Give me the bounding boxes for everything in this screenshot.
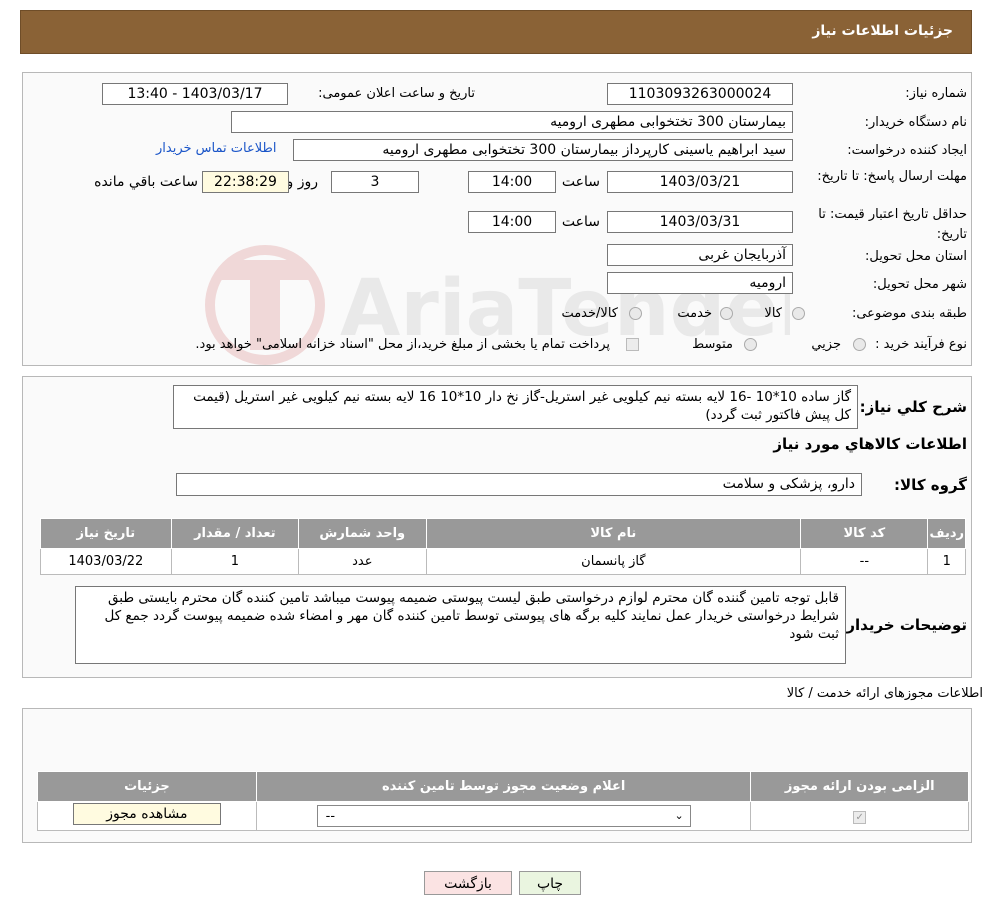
deadline-time-field: 14:00 [468,171,556,193]
validity-date-field: 1403/03/31 [607,211,793,233]
status-select[interactable]: -- ⌄ [316,805,691,827]
permits-table: الزامی بودن ارائه مجوز اعلام وضعیت مجوز … [37,771,969,831]
col-name: نام کالا [425,518,802,549]
category-option-goods-service: کالا/خدمت [561,306,618,321]
cell-date: 1403/03/22 [40,548,172,575]
validity-hour-label: ساعت [561,214,600,230]
description-textarea: گاز ساده 10*10 -16 لایه بسته نیم کیلویی … [173,385,858,429]
col-details: جزئیات [37,771,257,802]
col-date: تاریخ نیاز [40,518,172,549]
cell-code: -- [800,548,929,575]
col-status: اعلام وضعیت مجوز توسط تامین کننده [255,771,752,802]
process-radio-minor[interactable] [853,338,866,351]
category-radio-goods[interactable] [792,307,805,320]
goods-table-header: رديف کد کالا نام کالا واحد شمارش تعداد /… [40,518,966,549]
group-field: دارو، پزشکی و سلامت [176,473,862,496]
buyer-field: بیمارستان 300 تختخوابی مطهری ارومیه [231,111,793,133]
permits-heading: اطلاعات مجوزهای ارائه خدمت / کالا [786,686,983,701]
table-row: ✓ -- ⌄ مشاهده مجوز [37,801,969,831]
validity-time-field: 14:00 [468,211,556,233]
deadline-date-field: 1403/03/21 [607,171,793,193]
need-number-field: 1103093263000024 [607,83,793,105]
cell-row: 1 [927,548,966,575]
chevron-down-icon: ⌄ [674,809,684,822]
required-checkbox: ✓ [853,810,867,824]
permits-table-header: الزامی بودن ارائه مجوز اعلام وضعیت مجوز … [37,771,969,802]
col-qty: تعداد / مقدار [170,518,300,549]
treasury-note: پرداخت تمام یا بخشی از مبلغ خرید،از محل … [195,337,610,352]
creator-label: ایجاد کننده درخواست: [847,143,967,158]
cell-unit: عدد [298,548,427,575]
days-field: 3 [331,171,419,193]
view-permit-button[interactable]: مشاهده مجوز [72,803,221,825]
col-code: کد کالا [800,518,929,549]
process-label: نوع فرآیند خرید : [875,337,967,352]
province-field: آذربایجان غربی [607,244,793,266]
need-number-label: شماره نیاز: [905,86,967,101]
print-button[interactable]: چاپ [519,871,581,895]
group-label: گروه کالا: [894,476,967,494]
days-label: روز و [286,174,319,190]
col-unit: واحد شمارش [298,518,427,549]
col-required: الزامی بودن ارائه مجوز [750,771,969,802]
category-radio-service[interactable] [720,307,733,320]
deadline-hour-label: ساعت [561,174,600,190]
back-button[interactable]: بازگشت [424,871,512,895]
cell-details: مشاهده مجوز [37,801,257,831]
city-label: شهر محل تحویل: [872,277,967,292]
province-label: استان محل تحویل: [865,249,967,264]
deadline-label: مهلت ارسال پاسخ: تا تاریخ: [817,169,967,184]
cell-qty: 1 [170,548,300,575]
buyer-contact-link[interactable]: اطلاعات تماس خریدار [156,141,276,156]
category-option-service: خدمت [677,306,712,321]
page-title: جزئیات اطلاعات نیاز [812,23,953,39]
remaining-label: ساعت باقي مانده [94,174,198,190]
buyer-notes-textarea: قابل توجه تامین گننده گان محترم لوازم در… [75,586,846,664]
table-row: 1 -- گاز پانسمان عدد 1 1403/03/22 [40,548,966,575]
description-label: شرح کلي نياز: [859,398,967,416]
category-radio-goods-service[interactable] [629,307,642,320]
city-field: ارومیه [607,272,793,294]
remaining-time-field: 22:38:29 [202,171,289,193]
process-radio-medium[interactable] [744,338,757,351]
cell-required: ✓ [750,801,969,831]
cell-name: گاز پانسمان [425,548,802,575]
announce-field: 1403/03/17 - 13:40 [102,83,288,105]
process-option-medium: متوسط [692,337,733,352]
category-label: طبقه بندی موضوعی: [851,306,967,321]
announce-label: تاریخ و ساعت اعلان عمومی: [318,86,475,101]
goods-table: رديف کد کالا نام کالا واحد شمارش تعداد /… [40,518,966,575]
creator-field: سید ابراهیم یاسینی کارپرداز بیمارستان 30… [293,139,793,161]
status-select-value: -- [325,809,336,824]
treasury-checkbox[interactable] [626,338,639,351]
goods-heading: اطلاعات کالاهاي مورد نياز [773,435,967,453]
cell-status: -- ⌄ [255,801,752,831]
buyer-notes-label: توضیحات خریدار: [840,616,967,634]
validity-label: حداقل تاریخ اعتبار قیمت: تا تاریخ: [818,207,967,242]
page-header: جزئیات اطلاعات نیاز [20,10,972,54]
category-option-goods: کالا [764,306,782,321]
col-row: رديف [927,518,966,549]
buyer-label: نام دستگاه خریدار: [864,115,967,130]
process-option-minor: جزیي [811,337,841,352]
